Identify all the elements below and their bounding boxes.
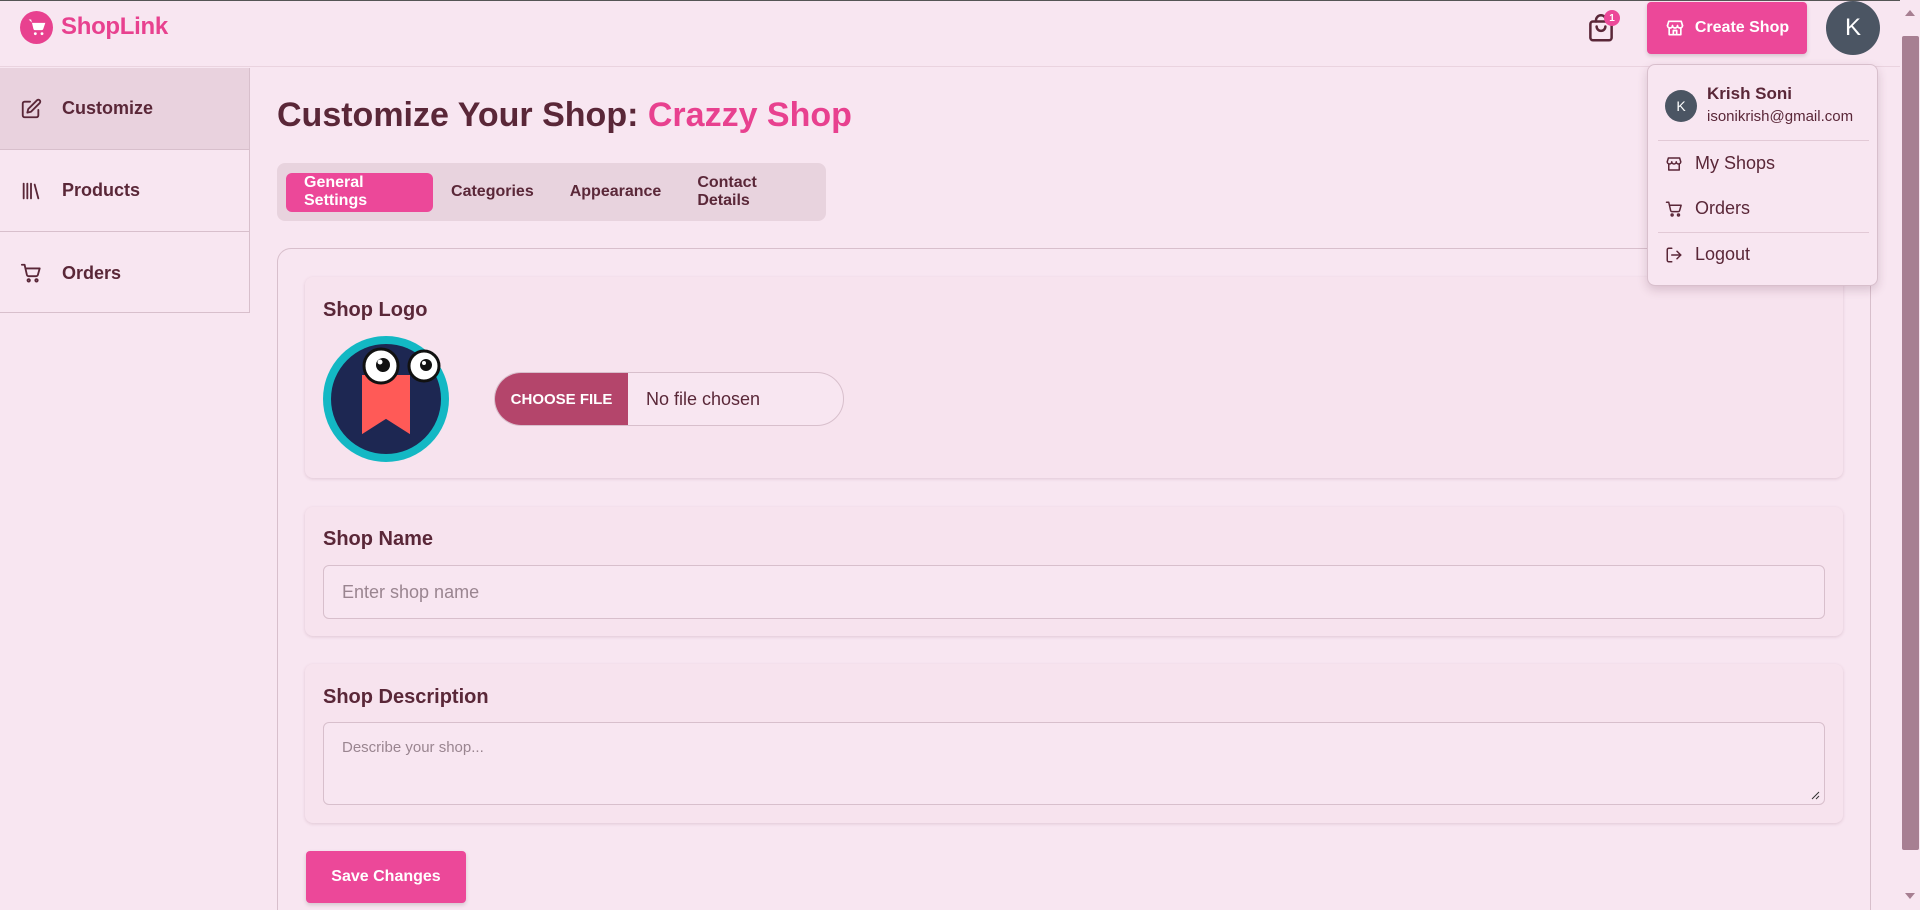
- dropdown-item-orders[interactable]: Orders: [1665, 198, 1750, 219]
- sidebar-item-orders[interactable]: Orders: [0, 232, 249, 314]
- create-shop-label: Create Shop: [1694, 19, 1790, 36]
- dropdown-divider: [1658, 232, 1869, 233]
- dropdown-item-my-shops[interactable]: My Shops: [1665, 153, 1775, 174]
- dropdown-avatar: K: [1665, 90, 1697, 122]
- dropdown-item-label: Orders: [1695, 198, 1751, 218]
- page-title-prefix: Customize Your Shop:: [277, 96, 639, 134]
- cart-icon: [20, 263, 41, 283]
- shop-name-section: Shop Name Enter shop name: [305, 507, 1843, 636]
- shop-logo-image: [323, 336, 449, 462]
- user-dropdown-menu: K Krish Soni isonikrish@gmail.com My Sho…: [1647, 64, 1878, 286]
- scrollbar-thumb[interactable]: [1902, 36, 1919, 850]
- dropdown-user-name: Krish Soni: [1707, 84, 1793, 103]
- user-avatar-button[interactable]: K: [1826, 1, 1880, 55]
- cart-button[interactable]: 1: [1584, 10, 1620, 46]
- tab-contact-details[interactable]: Contact Details: [679, 173, 817, 212]
- cart-icon: [1665, 201, 1682, 217]
- cart-count-badge: 1: [1604, 10, 1620, 26]
- sidebar-item-customize[interactable]: Customize: [0, 68, 249, 150]
- tab-general-settings[interactable]: General Settings: [286, 172, 434, 212]
- tab-appearance[interactable]: Appearance: [552, 173, 680, 212]
- dropdown-user-info: K Krish Soni isonikrish@gmail.com: [1665, 84, 1853, 125]
- shop-description-label: Shop Description: [323, 686, 489, 708]
- scroll-down-arrow-icon[interactable]: [1905, 893, 1915, 899]
- dropdown-user-email: isonikrish@gmail.com: [1707, 108, 1854, 125]
- sidebar-item-label: Orders: [62, 262, 122, 283]
- sidebar-item-label: Products: [62, 180, 141, 200]
- dropdown-item-label: Logout: [1695, 244, 1751, 264]
- dropdown-item-logout[interactable]: Logout: [1665, 244, 1750, 265]
- dropdown-divider: [1658, 140, 1869, 141]
- settings-tabs: General Settings Categories Appearance C…: [277, 163, 826, 221]
- dropdown-item-label: My Shops: [1695, 153, 1776, 173]
- shop-name-label: Shop Name: [323, 528, 434, 550]
- sidebar: Customize Products Orders: [0, 68, 250, 313]
- shop-logo-label: Shop Logo: [323, 299, 428, 321]
- tab-categories[interactable]: Categories: [433, 173, 552, 212]
- brand-logo[interactable]: ShopLink: [20, 10, 168, 44]
- logout-icon: [1666, 247, 1682, 262]
- shopping-cart-logo-icon: [20, 10, 53, 44]
- top-navbar: ShopLink 1 Create Shop K: [0, 0, 1920, 67]
- file-status-text: No file chosen: [646, 388, 761, 409]
- resize-handle-icon[interactable]: [1811, 791, 1820, 800]
- edit-icon: [21, 98, 42, 118]
- shop-description-section: Shop Description Describe your shop...: [305, 664, 1843, 823]
- shop-description-textarea[interactable]: Describe your shop...: [323, 722, 1825, 805]
- sidebar-item-label: Customize: [62, 98, 154, 118]
- library-icon: [22, 182, 40, 199]
- shop-logo-file-input[interactable]: CHOOSE FILE No file chosen: [494, 372, 844, 426]
- choose-file-button[interactable]: CHOOSE FILE: [495, 373, 628, 425]
- shop-logo-section: Shop Logo CHOOSE FILE No file chosen: [305, 277, 1843, 478]
- scroll-up-arrow-icon[interactable]: [1905, 10, 1915, 16]
- shop-name-input[interactable]: Enter shop name: [323, 565, 1825, 619]
- create-shop-button[interactable]: Create Shop: [1647, 2, 1807, 54]
- save-changes-button[interactable]: Save Changes: [306, 851, 466, 903]
- page-title-shop-name: Crazzy Shop: [647, 96, 852, 134]
- store-icon: [1666, 20, 1684, 36]
- shop-description-placeholder: Describe your shop...: [342, 739, 484, 756]
- page-title: Customize Your Shop: Crazzy Shop: [277, 96, 852, 135]
- brand-name: ShopLink: [61, 13, 168, 40]
- sidebar-item-products[interactable]: Products: [0, 150, 249, 232]
- store-icon: [1666, 156, 1682, 171]
